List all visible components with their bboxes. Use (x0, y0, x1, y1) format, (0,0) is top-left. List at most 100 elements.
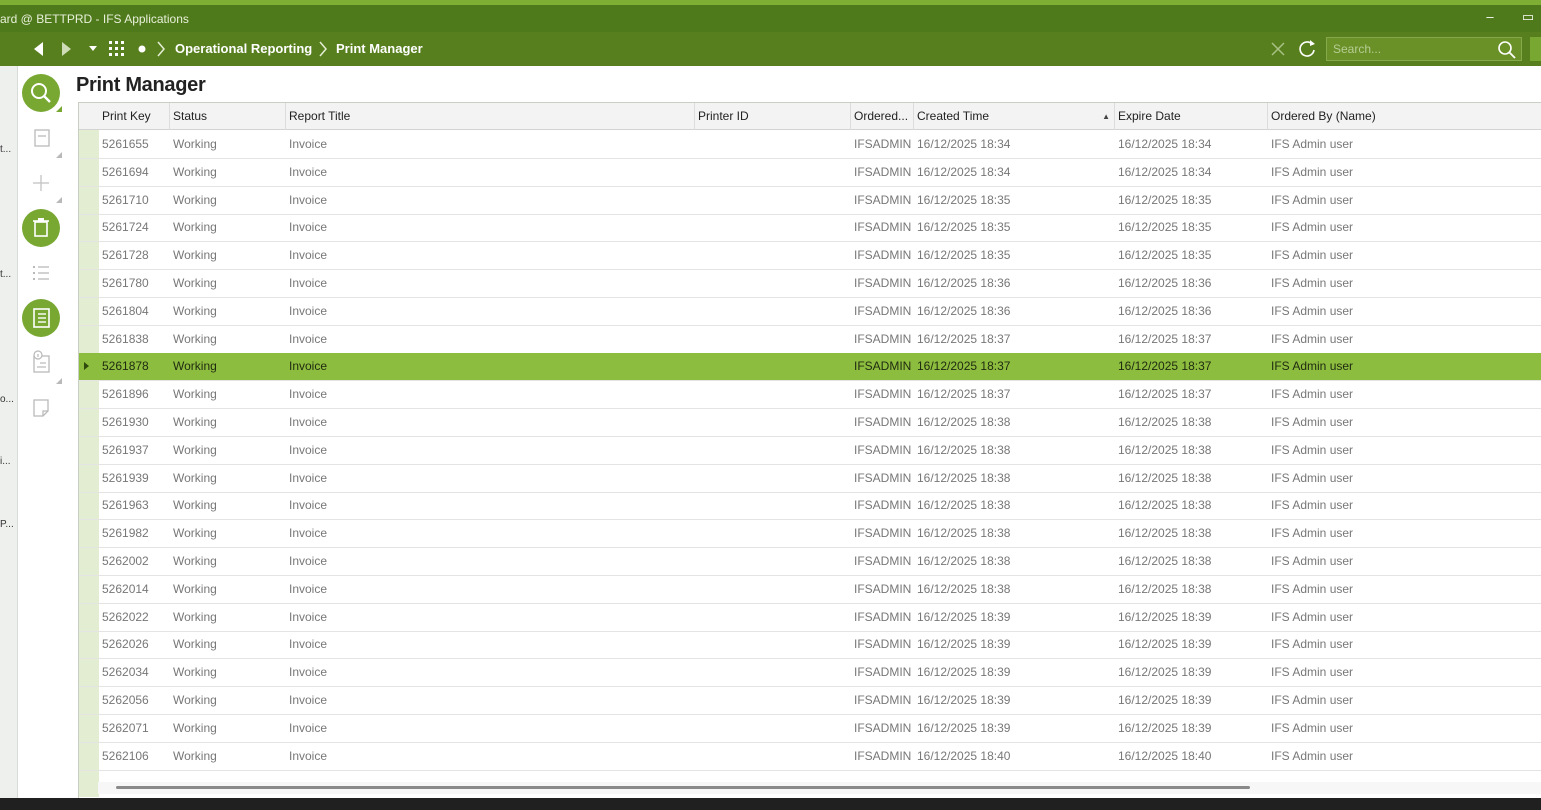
ordered-by-name-cell[interactable]: IFS Admin user (1268, 520, 1541, 547)
printer-id-cell[interactable] (695, 270, 851, 297)
report-title-cell[interactable]: Invoice (286, 715, 695, 742)
print-key-cell[interactable]: 5261694 (99, 159, 170, 186)
ordered-by-cell[interactable]: IFSADMIN (851, 187, 914, 214)
report-title-cell[interactable]: Invoice (286, 159, 695, 186)
table-row[interactable]: 5261838 Working Invoice IFSADMIN 16/12/2025 … (79, 326, 1541, 354)
print-key-cell[interactable]: 5261939 (99, 465, 170, 492)
created-time-cell[interactable]: 16/12/2025 18:38 (914, 576, 1115, 603)
table-row[interactable]: 5261939 Working Invoice IFSADMIN 16/12/2025 … (79, 465, 1541, 493)
table-row[interactable]: 5261963 Working Invoice IFSADMIN 16/12/2025 … (79, 492, 1541, 521)
printer-id-cell[interactable] (695, 242, 851, 269)
more-options-icon[interactable] (56, 106, 62, 112)
ordered-by-cell[interactable]: IFSADMIN (851, 465, 914, 492)
status-cell[interactable]: Working (170, 409, 286, 436)
created-time-cell[interactable]: 16/12/2025 18:38 (914, 437, 1115, 464)
detail-list-button[interactable] (22, 299, 60, 337)
horizontal-scrollbar[interactable] (98, 782, 1541, 794)
column-header-print-key[interactable]: Print Key (99, 103, 170, 130)
column-header-created-time[interactable]: Created Time ▲ (914, 103, 1115, 130)
created-time-cell[interactable]: 16/12/2025 18:36 (914, 270, 1115, 297)
printer-id-cell[interactable] (695, 353, 851, 380)
ordered-by-cell[interactable]: IFSADMIN (851, 743, 914, 770)
ordered-by-cell[interactable]: IFSADMIN (851, 715, 914, 742)
printer-id-cell[interactable] (695, 715, 851, 742)
print-key-cell[interactable]: 5262014 (99, 576, 170, 603)
print-key-cell[interactable]: 5262026 (99, 631, 170, 658)
table-row[interactable]: 5262071 Working Invoice IFSADMIN 16/12/2025 … (79, 715, 1541, 743)
ordered-by-name-cell[interactable]: IFS Admin user (1268, 743, 1541, 770)
status-cell[interactable]: Working (170, 604, 286, 631)
expire-date-cell[interactable]: 16/12/2025 18:39 (1115, 631, 1268, 658)
ordered-by-cell[interactable]: IFSADMIN (851, 576, 914, 603)
report-title-cell[interactable]: Invoice (286, 492, 695, 519)
printer-id-cell[interactable] (695, 214, 851, 241)
table-row[interactable]: 5262034 Working Invoice IFSADMIN 16/12/2025 … (79, 659, 1541, 688)
left-navigator-strip[interactable]: t... t... o... i... P... (0, 66, 18, 798)
ordered-by-name-cell[interactable]: IFS Admin user (1268, 492, 1541, 519)
expire-date-cell[interactable]: 16/12/2025 18:38 (1115, 520, 1268, 547)
report-title-cell[interactable]: Invoice (286, 381, 695, 408)
delete-button[interactable] (22, 209, 60, 247)
expire-date-cell[interactable]: 16/12/2025 18:38 (1115, 409, 1268, 436)
expire-date-cell[interactable]: 16/12/2025 18:34 (1115, 131, 1268, 158)
created-time-cell[interactable]: 16/12/2025 18:37 (914, 353, 1115, 380)
report-title-cell[interactable]: Invoice (286, 465, 695, 492)
status-cell[interactable]: Working (170, 214, 286, 241)
report-title-cell[interactable]: Invoice (286, 409, 695, 436)
print-key-cell[interactable]: 5262071 (99, 715, 170, 742)
search-input[interactable] (1333, 40, 1493, 58)
report-title-cell[interactable]: Invoice (286, 743, 695, 770)
ordered-by-name-cell[interactable]: IFS Admin user (1268, 465, 1541, 492)
ordered-by-cell[interactable]: IFSADMIN (851, 381, 914, 408)
report-title-cell[interactable]: Invoice (286, 548, 695, 575)
printer-id-cell[interactable] (695, 381, 851, 408)
table-row[interactable]: 5262106 Working Invoice IFSADMIN 16/12/2025 … (79, 743, 1541, 771)
app-grid-icon[interactable] (108, 32, 126, 66)
note-button[interactable] (22, 389, 60, 427)
dropdown-caret-icon[interactable] (86, 32, 100, 66)
ordered-by-cell[interactable]: IFSADMIN (851, 214, 914, 241)
print-key-cell[interactable]: 5261655 (99, 131, 170, 158)
ordered-by-cell[interactable]: IFSADMIN (851, 437, 914, 464)
forward-arrow-icon[interactable] (56, 32, 76, 66)
created-time-cell[interactable]: 16/12/2025 18:36 (914, 298, 1115, 325)
printer-id-cell[interactable] (695, 465, 851, 492)
printer-id-cell[interactable] (695, 159, 851, 186)
table-row[interactable]: 5261694 Working Invoice IFSADMIN 16/12/2025 … (79, 159, 1541, 187)
ordered-by-cell[interactable]: IFSADMIN (851, 548, 914, 575)
print-key-cell[interactable]: 5261930 (99, 409, 170, 436)
table-row[interactable]: 5261655 Working Invoice IFSADMIN 16/12/2025 … (79, 131, 1541, 159)
navigator-item[interactable]: i... (0, 456, 11, 467)
column-header-expire-date[interactable]: Expire Date (1115, 103, 1268, 130)
report-title-cell[interactable]: Invoice (286, 270, 695, 297)
expire-date-cell[interactable]: 16/12/2025 18:34 (1115, 159, 1268, 186)
table-row[interactable]: 5262014 Working Invoice IFSADMIN 16/12/2025 … (79, 576, 1541, 604)
created-time-cell[interactable]: 16/12/2025 18:38 (914, 465, 1115, 492)
report-title-cell[interactable]: Invoice (286, 187, 695, 214)
ordered-by-cell[interactable]: IFSADMIN (851, 131, 914, 158)
ordered-by-name-cell[interactable]: IFS Admin user (1268, 242, 1541, 269)
expire-date-cell[interactable]: 16/12/2025 18:38 (1115, 576, 1268, 603)
expire-date-cell[interactable]: 16/12/2025 18:36 (1115, 298, 1268, 325)
expire-date-cell[interactable]: 16/12/2025 18:35 (1115, 214, 1268, 241)
ordered-by-name-cell[interactable]: IFS Admin user (1268, 187, 1541, 214)
ordered-by-name-cell[interactable]: IFS Admin user (1268, 159, 1541, 186)
ordered-by-name-cell[interactable]: IFS Admin user (1268, 214, 1541, 241)
printer-id-cell[interactable] (695, 298, 851, 325)
status-cell[interactable]: Working (170, 576, 286, 603)
status-cell[interactable]: Working (170, 159, 286, 186)
ordered-by-cell[interactable]: IFSADMIN (851, 631, 914, 658)
report-title-cell[interactable]: Invoice (286, 298, 695, 325)
ordered-by-cell[interactable]: IFSADMIN (851, 159, 914, 186)
form-view-button[interactable] (22, 119, 60, 157)
ordered-by-cell[interactable]: IFSADMIN (851, 270, 914, 297)
table-row[interactable]: 5261878 Working Invoice IFSADMIN 16/12/2025 … (79, 353, 1541, 382)
table-row[interactable]: 5262002 Working Invoice IFSADMIN 16/12/2025 … (79, 548, 1541, 576)
ordered-by-name-cell[interactable]: IFS Admin user (1268, 270, 1541, 297)
created-time-cell[interactable]: 16/12/2025 18:35 (914, 187, 1115, 214)
status-cell[interactable]: Working (170, 131, 286, 158)
printer-id-cell[interactable] (695, 492, 851, 519)
status-cell[interactable]: Working (170, 659, 286, 686)
printer-id-cell[interactable] (695, 520, 851, 547)
report-title-cell[interactable]: Invoice (286, 353, 695, 380)
